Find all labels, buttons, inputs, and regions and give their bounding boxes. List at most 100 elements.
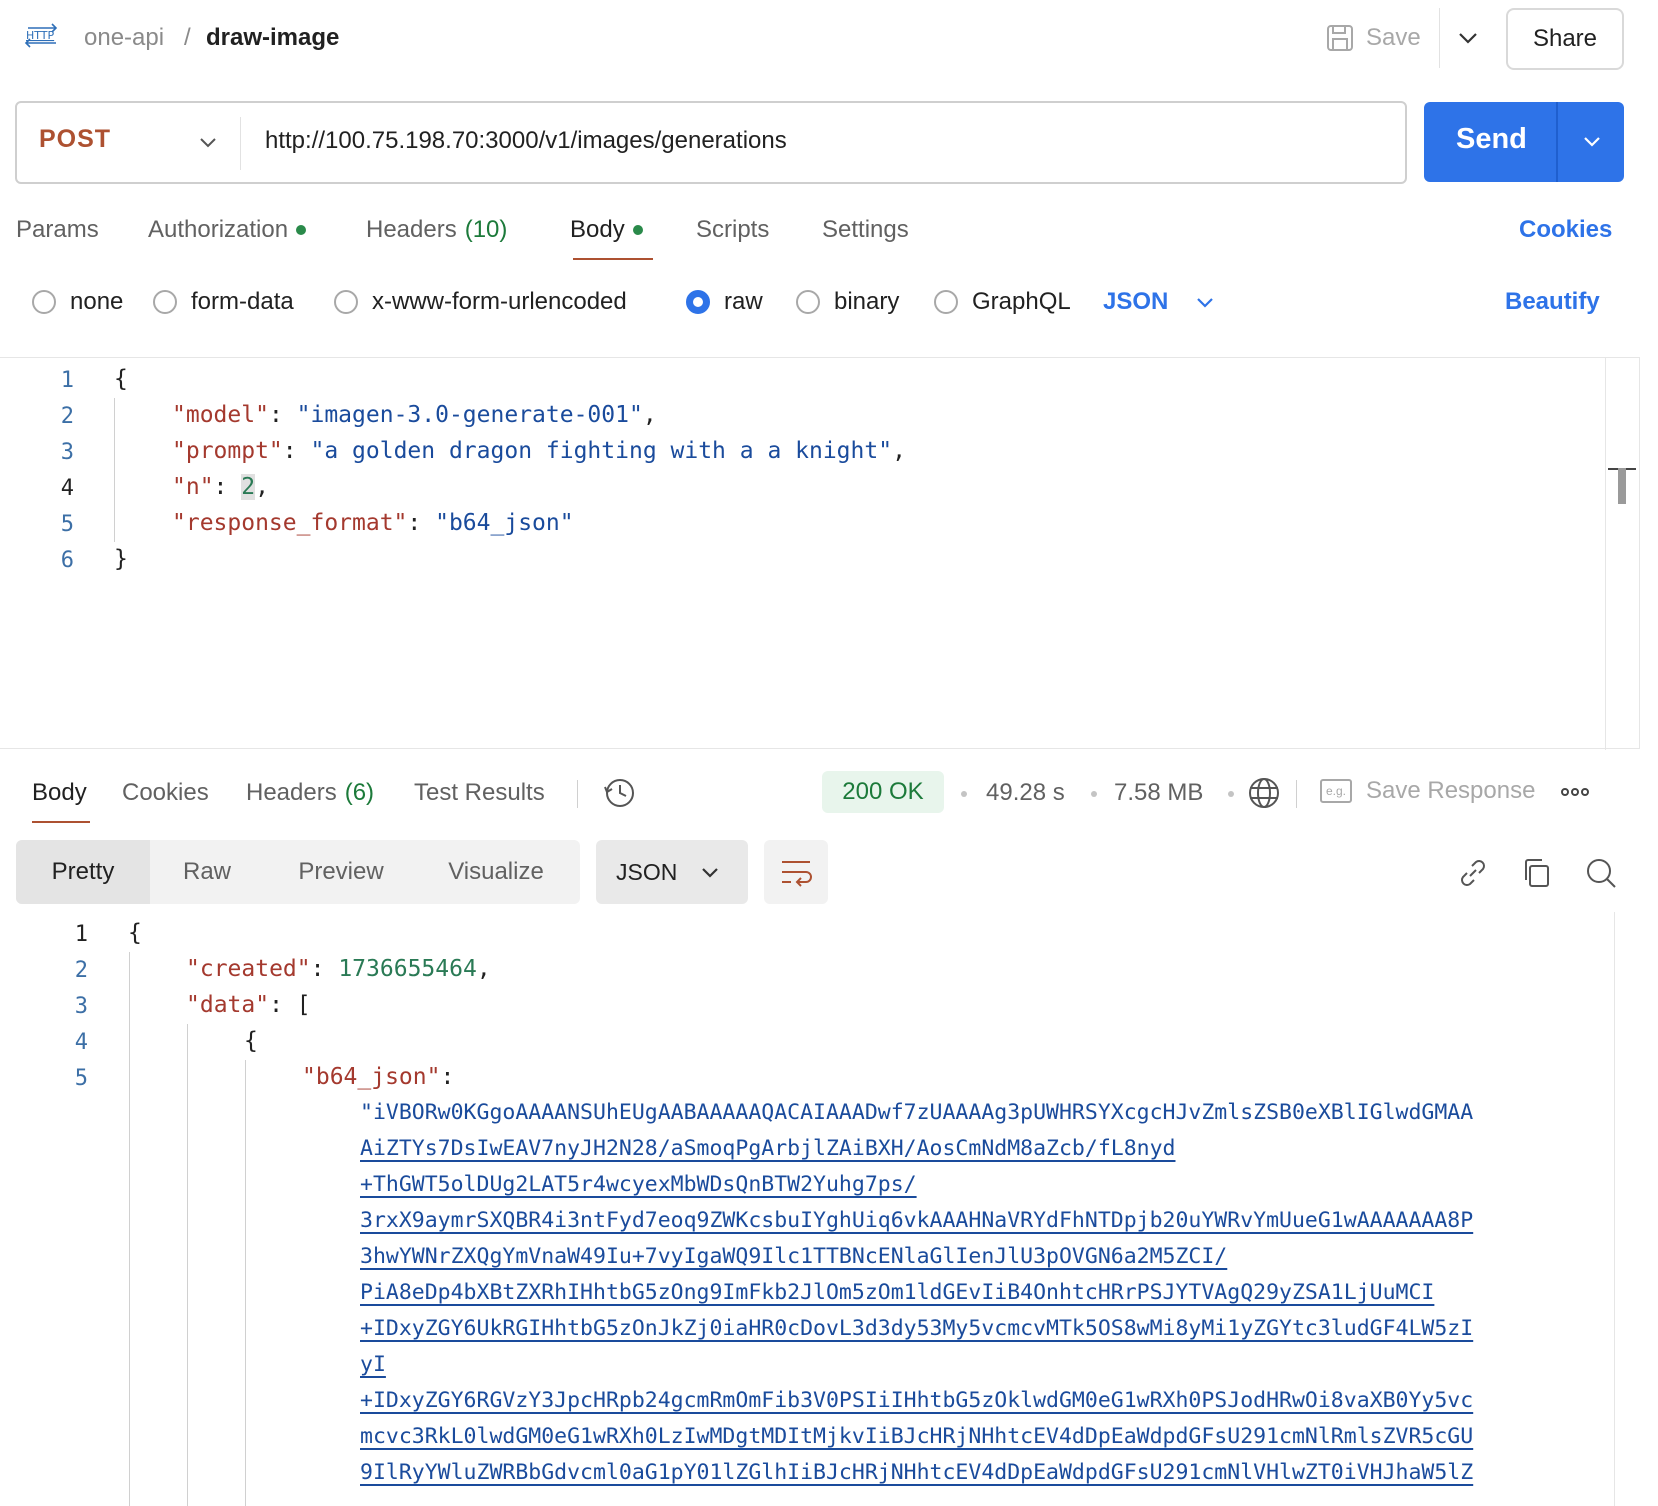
- body-indicator-dot: [632, 225, 643, 235]
- save-options-chevron-down-icon[interactable]: [1452, 22, 1484, 54]
- response-tab-headers[interactable]: Headers (6): [246, 779, 374, 807]
- tab-params-label: Params: [16, 216, 99, 243]
- save-icon: [1327, 25, 1353, 51]
- request-body-editor[interactable]: 1 2 3 4 5 6 { "model": "imagen-3.0-gener…: [0, 357, 1640, 750]
- method-chevron-down-icon[interactable]: [193, 128, 223, 158]
- punct: ,: [642, 402, 657, 428]
- json-string: "b64_json": [435, 510, 574, 536]
- radio-graphql[interactable]: [934, 290, 958, 314]
- http-method-select[interactable]: POST: [39, 125, 111, 154]
- body-type-form-data[interactable]: form-data: [153, 288, 294, 316]
- language-chevron-down-icon: [1197, 298, 1214, 308]
- b64-string-line: +ThGWT5olDUg2LAT5r4wcyexMbWDsQnBTW2Yuhg7…: [360, 1172, 917, 1197]
- view-mode-visualize[interactable]: Visualize: [418, 840, 574, 904]
- line-number: 1: [60, 368, 74, 393]
- view-mode-raw[interactable]: Raw: [150, 840, 264, 904]
- indent-guide: [129, 952, 130, 1506]
- save-divider: [1439, 8, 1440, 68]
- cookies-link[interactable]: Cookies: [1519, 216, 1612, 244]
- radio-graphql-label: GraphQL: [972, 288, 1071, 315]
- indent-guide: [245, 1060, 246, 1506]
- copy-icon[interactable]: [1520, 856, 1554, 890]
- json-key: "n": [172, 474, 214, 500]
- code-line: "model": "imagen-3.0-generate-001",: [172, 402, 657, 428]
- example-icon: e.g.: [1320, 779, 1352, 803]
- meta-separator-dot: [1228, 791, 1234, 797]
- radio-binary[interactable]: [796, 290, 820, 314]
- b64-string-line: "iVBORw0KGgoAAAANSUhEUgAABAAAAAQACAIAAAD…: [360, 1100, 1474, 1125]
- save-response-button[interactable]: e.g. Save Response: [1320, 777, 1535, 805]
- send-options-chevron-down-icon[interactable]: [1578, 128, 1606, 156]
- body-language-select[interactable]: JSON: [1103, 288, 1218, 316]
- body-type-urlencoded[interactable]: x-www-form-urlencoded: [334, 288, 627, 316]
- view-mode-preview[interactable]: Preview: [264, 840, 418, 904]
- radio-form-data-label: form-data: [191, 288, 294, 315]
- radio-raw[interactable]: [686, 290, 710, 314]
- code-line: "data": [: [186, 992, 311, 1018]
- active-tab-underline: [573, 258, 653, 260]
- response-body-viewer[interactable]: 1 2 3 4 5 { "created": 1736655464, "data…: [0, 912, 1658, 1506]
- code-line: {: [128, 920, 142, 946]
- indent-guide: [114, 398, 115, 542]
- tab-params[interactable]: Params: [16, 216, 99, 244]
- punct: ,: [255, 474, 269, 500]
- b64-string-line: +IDxyZGY6RGVzY3JpcHRpb24gcmRmOmFib3V0PSI…: [360, 1388, 1474, 1413]
- breadcrumb-collection[interactable]: one-api: [84, 22, 164, 54]
- url-input[interactable]: http://100.75.198.70:3000/v1/images/gene…: [265, 127, 787, 155]
- response-scrollbar-track[interactable]: [1614, 912, 1615, 1506]
- history-icon[interactable]: [603, 776, 637, 810]
- search-icon[interactable]: [1584, 856, 1618, 890]
- send-button[interactable]: Send: [1424, 102, 1624, 182]
- view-mode-pretty[interactable]: Pretty: [16, 840, 150, 904]
- response-format-select[interactable]: JSON: [596, 840, 748, 904]
- tab-settings[interactable]: Settings: [822, 216, 909, 244]
- response-size[interactable]: 7.58 MB: [1114, 779, 1203, 807]
- line-number: 2: [60, 404, 74, 429]
- send-divider: [1556, 102, 1558, 182]
- line-number: 5: [60, 512, 74, 537]
- editor-scrollbar-thumb[interactable]: [1618, 468, 1626, 504]
- json-key: "model": [172, 402, 269, 428]
- status-badge[interactable]: 200 OK: [822, 771, 944, 813]
- punct: :: [282, 438, 311, 464]
- wrap-lines-button[interactable]: [764, 840, 828, 904]
- line-number: 6: [60, 548, 74, 573]
- breadcrumb-request-name[interactable]: draw-image: [206, 22, 339, 54]
- tab-settings-label: Settings: [822, 216, 909, 243]
- format-chevron-down-icon: [702, 868, 718, 878]
- share-button[interactable]: Share: [1506, 8, 1624, 70]
- url-bar: POST http://100.75.198.70:3000/v1/images…: [15, 101, 1407, 184]
- code-line: "response_format": "b64_json": [172, 510, 574, 536]
- b64-string-line: 3rxX9aymrSXQBR4i3ntFyd7eoq9ZWKcsbuIYghUi…: [360, 1208, 1474, 1233]
- code-line: {: [114, 366, 128, 392]
- body-type-none[interactable]: none: [32, 288, 123, 316]
- radio-form-data[interactable]: [153, 290, 177, 314]
- body-type-raw[interactable]: raw: [686, 288, 763, 316]
- line-number: 4: [60, 476, 74, 501]
- editor-scrollbar-track: [1605, 358, 1606, 750]
- globe-icon[interactable]: [1247, 776, 1281, 810]
- response-tab-cookies[interactable]: Cookies: [122, 779, 209, 807]
- http-request-icon: HTTP: [24, 23, 58, 48]
- response-tab-body[interactable]: Body: [32, 779, 87, 807]
- link-icon[interactable]: [1456, 856, 1490, 890]
- meta-separator-dot: [961, 791, 967, 797]
- response-time[interactable]: 49.28 s: [986, 779, 1065, 807]
- tab-headers[interactable]: Headers (10): [366, 216, 507, 244]
- more-options-icon[interactable]: [1560, 786, 1590, 798]
- tab-authorization[interactable]: Authorization: [148, 216, 307, 244]
- punct: :: [268, 402, 297, 428]
- radio-none-label: none: [70, 288, 124, 315]
- save-button[interactable]: Save: [1326, 18, 1421, 58]
- body-type-binary[interactable]: binary: [796, 288, 899, 316]
- tab-body[interactable]: Body: [570, 216, 643, 244]
- authorization-indicator-dot: [296, 225, 307, 235]
- response-tab-test-results[interactable]: Test Results: [414, 779, 545, 807]
- tab-scripts[interactable]: Scripts: [696, 216, 769, 244]
- brace: {: [114, 366, 128, 392]
- body-type-graphql[interactable]: GraphQL: [934, 288, 1071, 316]
- beautify-button[interactable]: Beautify: [1505, 288, 1600, 316]
- radio-urlencoded[interactable]: [334, 290, 358, 314]
- radio-none[interactable]: [32, 290, 56, 314]
- line-number: 2: [74, 958, 88, 983]
